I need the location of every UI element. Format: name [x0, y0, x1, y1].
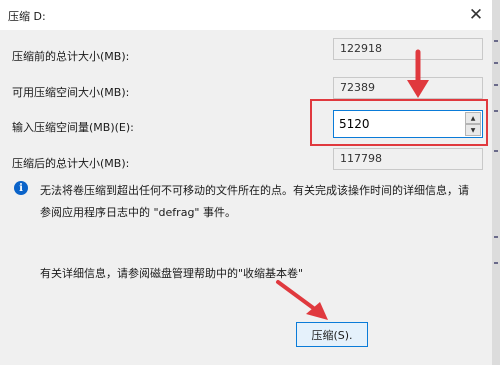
size-before-label: 压缩前的总计大小(MB): — [12, 50, 130, 63]
close-button[interactable]: ✕ — [460, 0, 492, 30]
info-line-2: 参阅应用程序日志中的 "defrag" 事件。 — [40, 206, 236, 219]
available-space-label: 可用压缩空间大小(MB): — [12, 86, 130, 99]
available-space-value: 72389 — [333, 77, 483, 99]
background-window-edge — [492, 0, 500, 365]
shrink-amount-label: 输入压缩空间量(MB)(E): — [12, 121, 134, 134]
close-icon: ✕ — [468, 5, 484, 25]
size-after-value: 117798 — [333, 148, 483, 170]
info-icon: i — [14, 181, 28, 195]
size-after-label: 压缩后的总计大小(MB): — [12, 157, 130, 170]
info-message: 无法将卷压缩到超出任何不可移动的文件所在的点。有关完成该操作时间的详细信息，请 … — [40, 180, 480, 224]
highlight-box — [310, 99, 488, 146]
help-text: 有关详细信息，请参阅磁盘管理帮助中的"收缩基本卷" — [40, 267, 304, 280]
shrink-button[interactable]: 压缩(S). — [296, 322, 368, 347]
window-title: 压缩 D: — [8, 10, 46, 23]
size-before-value: 122918 — [333, 38, 483, 60]
title-bar: 压缩 D: ✕ — [0, 0, 492, 30]
info-line-1: 无法将卷压缩到超出任何不可移动的文件所在的点。有关完成该操作时间的详细信息，请 — [40, 184, 469, 197]
